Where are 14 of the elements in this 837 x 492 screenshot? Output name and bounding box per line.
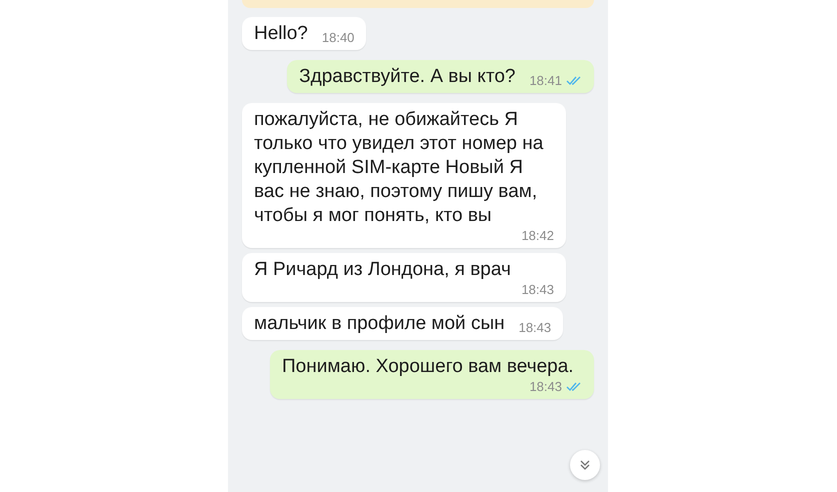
message-text: Я Ричард из Лондона, я врач [254, 258, 511, 282]
message-time: 18:43 [521, 282, 554, 298]
message-text: Здравствуйте. А вы кто? [299, 65, 516, 89]
message-text: Понимаю. Хорошего вам вечера. [282, 355, 574, 379]
message-time: 18:43 [529, 379, 562, 395]
message-text: мальчик в профиле мой сын [254, 312, 505, 336]
message-time: 18:42 [521, 228, 554, 244]
scroll-down-button[interactable] [570, 450, 600, 480]
double-chevron-down-icon [579, 459, 591, 471]
message-time: 18:41 [529, 73, 562, 89]
message-text: пожалуйста, не обижайтесь Я только что увидел этот номер на купленной SIM-карте Новый Я вас не знаю, поэтому пишу вам, чтобы я мог понять, кто вы [254, 108, 544, 228]
message-time: 18:43 [518, 320, 552, 336]
message-text: Hello? [254, 22, 308, 46]
message-time: 18:40 [322, 30, 354, 46]
